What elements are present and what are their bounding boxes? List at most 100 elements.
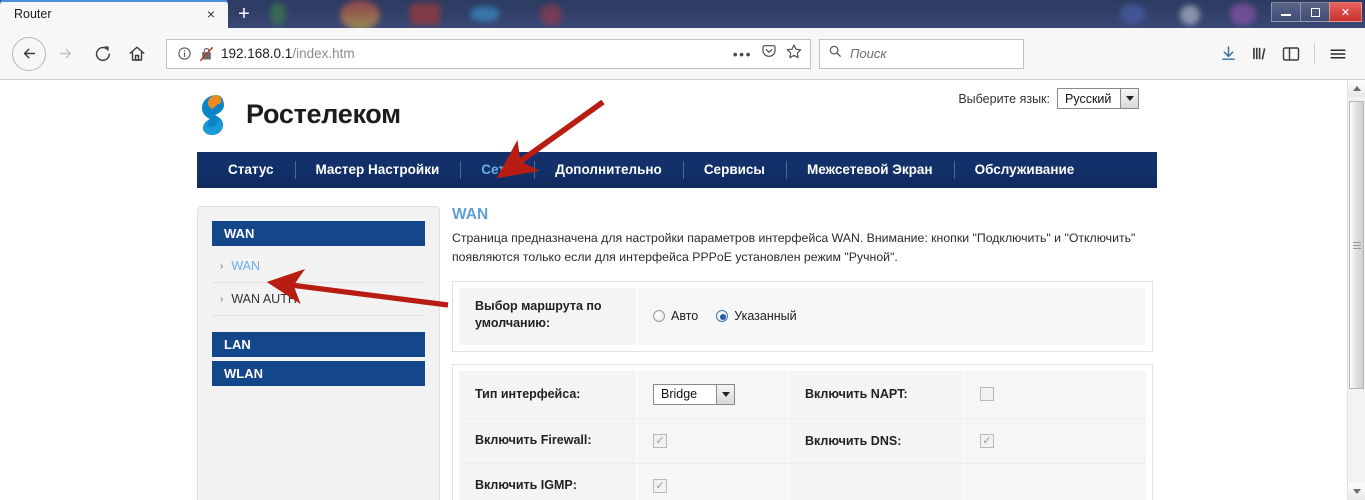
- scroll-up-button[interactable]: [1348, 80, 1365, 97]
- download-icon[interactable]: [1220, 45, 1237, 62]
- napt-label: Включить NAPT:: [789, 370, 964, 418]
- language-label: Выберите язык:: [958, 91, 1050, 106]
- interface-type-value: Bridge: [637, 370, 789, 418]
- home-icon: [129, 46, 145, 61]
- reload-button[interactable]: [84, 37, 118, 71]
- firewall-value: ✓: [637, 418, 789, 463]
- url-host: 192.168.0.1: [221, 46, 293, 61]
- info-circle-icon[interactable]: [177, 46, 192, 61]
- igmp-row: Включить IGMP: ✓: [459, 463, 1146, 500]
- search-bar[interactable]: Поиск: [819, 38, 1024, 69]
- browser-window: Router × + ✕ 192.168.0.1/index.htm ••• П…: [0, 0, 1365, 500]
- nav-item-status[interactable]: Статус: [207, 152, 295, 188]
- rostelecom-logo: Ростелеком: [197, 92, 401, 136]
- radio-specified-icon: [716, 310, 729, 323]
- scrollbar-thumb[interactable]: [1349, 101, 1364, 389]
- chevron-right-icon: ›: [220, 293, 224, 305]
- minimize-icon: [1281, 14, 1291, 16]
- nav-item-setup-wizard[interactable]: Мастер Настройки: [294, 152, 461, 188]
- sidebar-item-wan-auth[interactable]: › WAN AUTH: [212, 283, 425, 316]
- home-button[interactable]: [120, 37, 154, 71]
- forward-button[interactable]: [48, 37, 82, 71]
- browser-tab-router[interactable]: Router ×: [0, 0, 228, 28]
- close-window-button[interactable]: ✕: [1329, 2, 1362, 22]
- igmp-checkbox[interactable]: ✓: [653, 478, 667, 493]
- page-title: WAN: [452, 206, 489, 223]
- chevron-down-icon: [1120, 89, 1138, 108]
- url-path: /index.htm: [292, 46, 355, 61]
- maximize-button[interactable]: [1300, 2, 1329, 22]
- language-selected-value: Русский: [1058, 89, 1120, 108]
- router-admin-page: Ростелеком Выберите язык: Русский Статус…: [0, 80, 1347, 500]
- hamburger-menu-icon[interactable]: [1329, 46, 1347, 62]
- star-icon[interactable]: [786, 43, 802, 64]
- logo-text: Ростелеком: [246, 98, 401, 129]
- firewall-label: Включить Firewall:: [459, 418, 637, 463]
- igmp-empty-label: [789, 463, 964, 500]
- toolbar-divider: [1314, 42, 1315, 65]
- page-scrollbar[interactable]: [1347, 80, 1365, 500]
- rostelecom-swoosh-logo: [202, 95, 224, 135]
- nav-item-services[interactable]: Сервисы: [682, 152, 786, 188]
- broken-lock-icon[interactable]: [199, 46, 214, 62]
- forward-arrow-icon: [59, 48, 71, 59]
- radio-option-specified[interactable]: Указанный: [716, 309, 797, 324]
- napt-value: [964, 370, 1146, 418]
- browser-navigation-bar: 192.168.0.1/index.htm ••• Поиск: [0, 28, 1365, 80]
- radio-auto-icon: [653, 310, 665, 323]
- search-icon: [828, 44, 842, 63]
- sidebar-menu: WAN › WAN › WAN AUTH LAN WLAN: [197, 206, 440, 500]
- dns-value: ✓: [964, 418, 1146, 463]
- search-placeholder: Поиск: [850, 46, 887, 61]
- browser-toolbar-right: [1220, 42, 1353, 65]
- nav-item-network[interactable]: Сеть: [460, 152, 534, 188]
- default-route-radio-group: Авто Указанный: [653, 309, 797, 323]
- radio-specified-label: Указанный: [734, 309, 797, 324]
- tab-close-icon[interactable]: ×: [202, 5, 220, 23]
- page-viewport: Ростелеком Выберите язык: Русский Статус…: [0, 80, 1365, 500]
- default-route-row: Выбор маршрута по умолчанию: Авто Указан…: [459, 288, 1146, 345]
- reload-icon: [95, 46, 110, 62]
- pocket-icon[interactable]: [761, 43, 777, 64]
- scrollbar-grip-icon: [1352, 240, 1361, 251]
- url-bar-actions: •••: [733, 43, 804, 64]
- radio-auto-label: Авто: [671, 309, 699, 324]
- browser-titlebar: Router × + ✕: [0, 0, 1365, 28]
- radio-option-auto[interactable]: Авто: [653, 309, 698, 323]
- scroll-down-button[interactable]: [1348, 483, 1365, 500]
- nav-item-advanced[interactable]: Дополнительно: [534, 152, 683, 188]
- sidebar-item-wan-label: WAN: [231, 259, 261, 273]
- minimize-button[interactable]: [1271, 2, 1300, 22]
- nav-item-firewall[interactable]: Межсетевой Экран: [785, 152, 954, 188]
- nav-item-maintenance[interactable]: Обслуживание: [953, 152, 1096, 188]
- sidebar-group-wan: WAN: [212, 221, 425, 246]
- site-header: Ростелеком Выберите язык: Русский: [197, 80, 1157, 152]
- chevron-down-icon: [1352, 489, 1361, 494]
- sidebar-item-wan[interactable]: › WAN: [212, 250, 425, 283]
- default-route-panel: Выбор маршрута по умолчанию: Авто Указан…: [452, 281, 1153, 352]
- scrollbar-track[interactable]: [1348, 97, 1365, 483]
- sidebar-group-wlan[interactable]: WLAN: [212, 361, 425, 386]
- page-body: WAN › WAN › WAN AUTH LAN WLAN WAN Страни…: [197, 188, 1157, 500]
- default-route-options: Авто Указанный: [637, 288, 1146, 345]
- sidebar-group-lan[interactable]: LAN: [212, 332, 425, 357]
- sidebar-item-wan-auth-label: WAN AUTH: [231, 292, 297, 306]
- chevron-up-icon: [1352, 86, 1361, 91]
- page-actions-icon[interactable]: •••: [733, 46, 752, 62]
- address-bar[interactable]: 192.168.0.1/index.htm •••: [166, 38, 811, 69]
- url-text: 192.168.0.1/index.htm: [221, 46, 726, 61]
- igmp-value: ✓: [637, 463, 789, 500]
- language-select[interactable]: Русский: [1057, 88, 1139, 109]
- sidebar-icon[interactable]: [1282, 46, 1300, 62]
- interface-type-select[interactable]: Bridge: [653, 383, 735, 405]
- dns-checkbox[interactable]: ✓: [980, 433, 994, 448]
- back-button[interactable]: [12, 36, 46, 71]
- firewall-row: Включить Firewall: ✓ Включить DNS: ✓: [459, 418, 1146, 464]
- library-icon[interactable]: [1251, 45, 1268, 62]
- napt-checkbox[interactable]: [980, 387, 994, 402]
- main-navigation: Статус Мастер Настройки Сеть Дополнитель…: [197, 152, 1157, 188]
- firewall-checkbox[interactable]: ✓: [653, 433, 667, 448]
- restore-icon: [1310, 7, 1320, 17]
- new-tab-button[interactable]: +: [228, 0, 260, 28]
